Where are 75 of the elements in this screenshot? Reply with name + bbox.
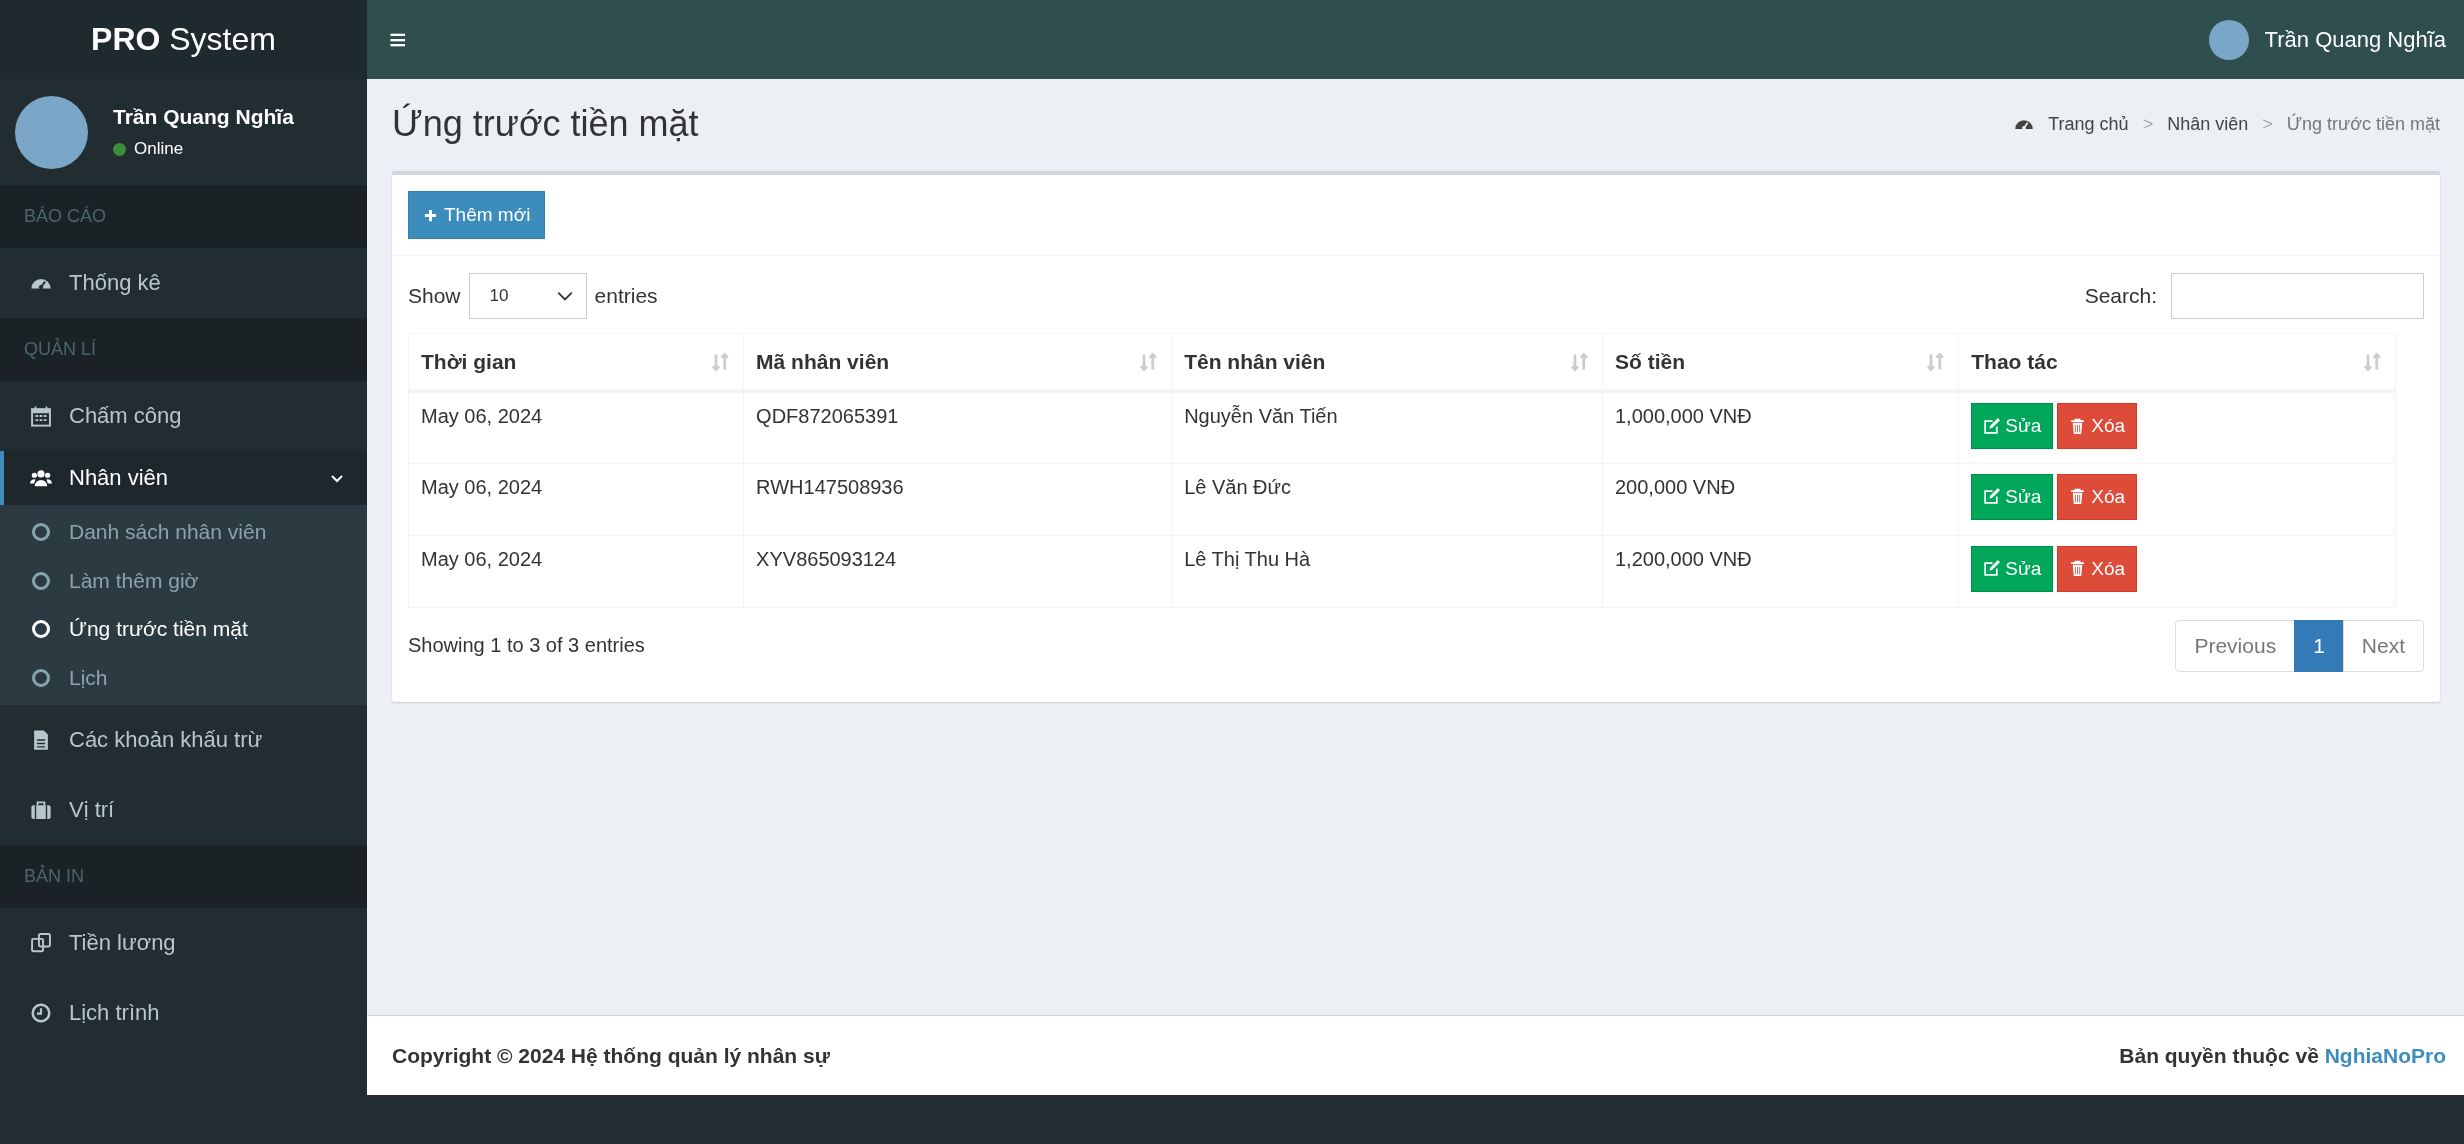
status-text: Online	[134, 139, 184, 159]
plus-icon	[423, 207, 438, 223]
page-size-select[interactable]: 10	[468, 273, 587, 319]
sidebar-item[interactable]: Thống kê	[0, 248, 367, 318]
submenu-item[interactable]: Làm thêm giờ	[0, 556, 367, 605]
section-header: BẢN IN	[0, 845, 367, 908]
submenu-item[interactable]: Lịch	[0, 653, 367, 702]
copyright-text: Copyright © 2024 Hệ thống quản lý nhân sự	[392, 1043, 830, 1068]
table-cell: 200,000 VNĐ	[1602, 463, 1959, 535]
column-header[interactable]: Thời gian	[408, 333, 744, 391]
avatar	[2208, 19, 2249, 60]
section-header: BÁO CÁO	[0, 185, 367, 248]
column-header[interactable]: Số tiền	[1602, 333, 1959, 391]
section-header: QUẢN LÍ	[0, 318, 367, 381]
sort-icon	[2363, 351, 2383, 372]
trash-icon	[2069, 417, 2087, 435]
submenu-item[interactable]: Danh sách nhân viên	[0, 508, 367, 557]
briefcase-icon	[30, 799, 52, 821]
sort-icon	[1926, 351, 1947, 372]
table-cell: XYV865093124	[743, 535, 1172, 607]
table-cell: QDF872065391	[743, 391, 1172, 463]
breadcrumb-separator: >	[2142, 113, 2154, 135]
entries-label: entries	[594, 284, 658, 308]
rights-text: Bản quyền thuộc về NghiaNoPro	[2119, 1043, 2446, 1068]
sidebar-item[interactable]: Tiền lương	[0, 908, 367, 978]
sort-icon	[1570, 351, 1590, 372]
edit-icon	[1983, 417, 2001, 435]
search-label: Search:	[2084, 284, 2157, 308]
table-cell: May 06, 2024	[408, 391, 744, 463]
breadcrumb-separator: >	[2262, 113, 2273, 135]
breadcrumb-link[interactable]: Trang chủ	[2048, 113, 2129, 135]
table-cell: May 06, 2024	[408, 463, 744, 535]
delete-button[interactable]: Xóa	[2057, 473, 2137, 520]
breadcrumb-current: Ứng trước tiền mặt	[2286, 113, 2440, 135]
table-cell: Lê Văn Đức	[1171, 463, 1603, 535]
column-header[interactable]: Mã nhân viên	[743, 333, 1172, 391]
menu-button[interactable]: ≡	[389, 22, 407, 57]
author-link[interactable]: NghiaNoPro	[2324, 1043, 2446, 1067]
trash-icon	[2069, 560, 2087, 577]
page-title: Ứng trước tiền mặt	[392, 103, 699, 145]
sort-icon	[711, 351, 732, 372]
calendar-icon	[30, 405, 52, 427]
copy-icon	[30, 932, 52, 954]
search-field[interactable]	[2171, 273, 2424, 319]
brand-logo[interactable]: PRO System	[0, 0, 367, 79]
add-button[interactable]: Thêm mới	[408, 191, 546, 239]
sort-icon	[1139, 351, 1160, 372]
delete-button[interactable]: Xóa	[2057, 545, 2137, 592]
user-name: Trần Quang Nghĩa	[113, 105, 294, 129]
column-header[interactable]: Thao tác	[1958, 333, 2396, 391]
table-cell: Lê Thị Thu Hà	[1171, 535, 1603, 607]
column-header[interactable]: Tên nhân viên	[1171, 333, 1603, 391]
people-icon	[30, 467, 52, 489]
edit-icon	[1983, 488, 2001, 505]
pagination-button[interactable]: 1	[2294, 619, 2344, 672]
user-name[interactable]: Trần Quang Nghĩa	[2264, 26, 2446, 53]
table-cell: 1,200,000 VNĐ	[1602, 535, 1959, 607]
sidebar-item[interactable]: Vị trí	[0, 775, 367, 845]
edit-icon	[1983, 560, 2001, 577]
trash-icon	[2069, 488, 2087, 505]
table-cell: Nguyễn Văn Tiến	[1171, 391, 1603, 463]
status-dot	[113, 142, 126, 156]
sidebar-item[interactable]: Chấm công	[0, 381, 367, 451]
sidebar-item[interactable]: Các khoản khấu trừ	[0, 705, 367, 775]
sidebar-item[interactable]: Lịch trình	[0, 978, 367, 1048]
submenu-item[interactable]: Ứng trước tiền mặt	[0, 605, 367, 654]
show-label: Show	[408, 284, 461, 308]
table-info: Showing 1 to 3 of 3 entries	[408, 634, 645, 657]
table-cell: May 06, 2024	[408, 535, 744, 607]
delete-button[interactable]: Xóa	[2057, 403, 2137, 449]
clock-icon	[30, 1002, 52, 1024]
breadcrumb-link[interactable]: Nhân viên	[2167, 113, 2249, 135]
table-cell: 1,000,000 VNĐ	[1602, 391, 1959, 463]
sidebar-item[interactable]: Nhân viên	[0, 451, 367, 505]
table-cell: RWH147508936	[743, 463, 1172, 535]
